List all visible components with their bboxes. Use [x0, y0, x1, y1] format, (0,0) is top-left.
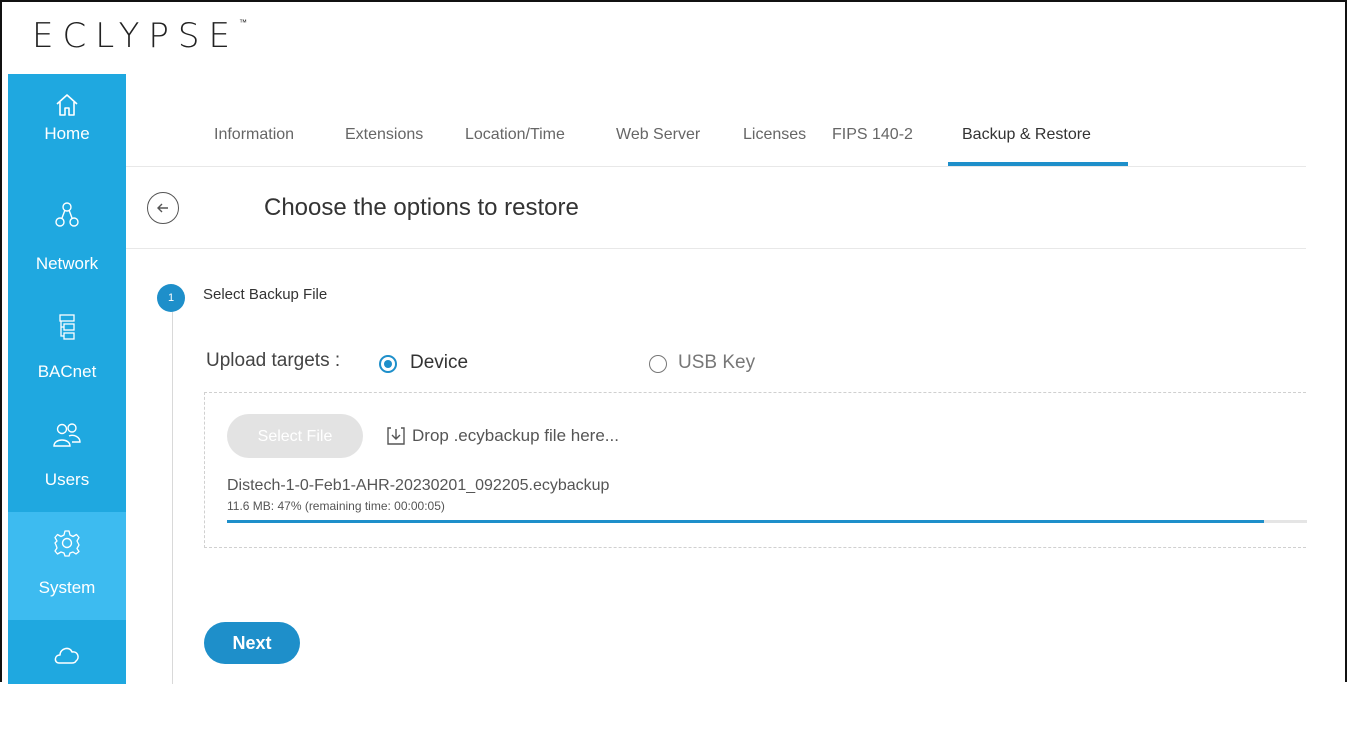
step-label: Select Backup File — [203, 286, 328, 303]
network-icon — [55, 202, 79, 227]
arrow-left-icon — [157, 203, 168, 213]
uploaded-file-name: Distech-1-0-Feb1-AHR-20230201_092205.ecy… — [227, 477, 610, 494]
device-radio-label[interactable]: Device — [410, 352, 468, 374]
select-file-button[interactable]: Select File — [227, 414, 363, 458]
sidebar-item-cloud[interactable] — [8, 622, 126, 730]
file-dropzone[interactable]: Select File Drop .ecybackup file here...… — [204, 392, 1307, 548]
usb-key-radio-label[interactable]: USB Key — [678, 352, 755, 374]
sidebar: Home Network BACnet Users System — [8, 74, 126, 684]
tab-web-server[interactable]: Web Server — [616, 126, 700, 144]
page-title: Choose the options to restore — [264, 194, 579, 221]
drop-download-icon — [387, 427, 405, 445]
tab-information[interactable]: Information — [214, 126, 294, 144]
sidebar-item-home[interactable]: Home — [8, 74, 126, 182]
tab-location-time[interactable]: Location/Time — [465, 126, 565, 144]
sidebar-item-label: Home — [44, 124, 90, 143]
tab-backup-restore[interactable]: Backup & Restore — [962, 126, 1091, 144]
tab-licenses[interactable]: Licenses — [743, 126, 806, 144]
tab-fips[interactable]: FIPS 140-2 — [832, 126, 913, 144]
top-bar: ECLYPSE™ — [2, 2, 1345, 74]
eclypse-logo: ECLYPSE™ — [32, 16, 247, 56]
next-button[interactable]: Next — [204, 622, 300, 664]
sidebar-item-bacnet[interactable]: BACnet — [8, 296, 126, 404]
bacnet-tree-icon — [59, 314, 75, 340]
back-button[interactable] — [147, 192, 179, 224]
step-number-badge: 1 — [157, 284, 185, 312]
sidebar-item-label: BACnet — [37, 362, 97, 381]
sidebar-item-users[interactable]: Users — [8, 404, 126, 512]
upload-targets-label: Upload targets : — [206, 350, 341, 371]
upload-progress-text: 11.6 MB: 47% (remaining time: 00:00:05) — [227, 499, 445, 513]
home-icon — [56, 94, 78, 116]
users-icon — [53, 423, 81, 447]
drop-hint-text: Drop .ecybackup file here... — [412, 426, 619, 445]
main-content: Information Extensions Location/Time Web… — [126, 74, 1307, 684]
sidebar-item-label: Network — [35, 254, 99, 273]
sidebar-item-label: System — [38, 578, 96, 597]
cloud-icon — [54, 647, 79, 664]
usb-key-radio[interactable] — [649, 355, 667, 373]
sidebar-item-network[interactable]: Network — [8, 184, 126, 292]
tab-bar: Information Extensions Location/Time Web… — [126, 74, 1306, 167]
step-connector-line — [172, 306, 173, 684]
upload-progress-fill — [227, 520, 1264, 523]
sidebar-item-label: Users — [44, 470, 90, 489]
device-radio[interactable] — [379, 355, 397, 373]
tab-extensions[interactable]: Extensions — [345, 126, 423, 144]
gear-icon — [54, 530, 80, 557]
page-header: Choose the options to restore — [126, 166, 1306, 249]
sidebar-item-system[interactable]: System — [8, 512, 126, 620]
upload-progress-bar — [227, 520, 1307, 523]
